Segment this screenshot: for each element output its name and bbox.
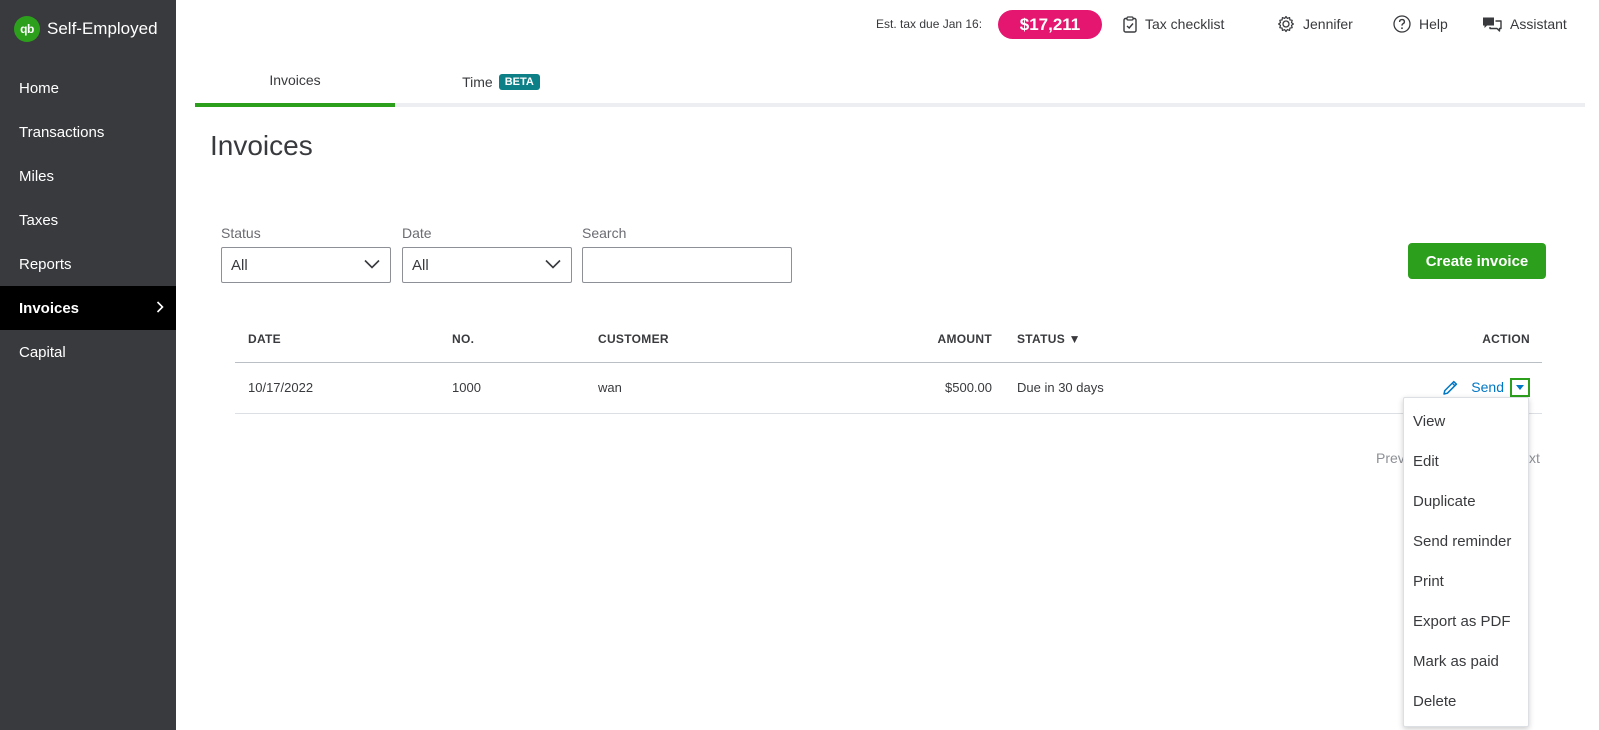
tab-bar: Invoices Time BETA <box>195 56 1585 107</box>
gear-icon <box>1278 15 1294 33</box>
pagination-next[interactable]: xt <box>1529 450 1540 466</box>
send-button[interactable]: Send <box>1471 379 1504 395</box>
tax-checklist-link[interactable]: Tax checklist <box>1123 14 1224 34</box>
action-dropdown-toggle[interactable] <box>1510 377 1530 397</box>
table-header: DATE NO. CUSTOMER AMOUNT STATUS ▼ ACTION <box>235 322 1542 363</box>
search-label: Search <box>582 225 627 241</box>
sidebar: qb Self-Employed Home Transactions Miles… <box>0 0 176 730</box>
chevron-down-icon <box>364 259 380 269</box>
page-title: Invoices <box>210 130 313 161</box>
sidebar-item-label: Capital <box>19 343 66 361</box>
status-filter-select[interactable]: All <box>221 247 391 283</box>
sidebar-item-label: Home <box>19 79 60 97</box>
sidebar-item-reports[interactable]: Reports <box>0 242 176 286</box>
tab-invoices[interactable]: Invoices <box>195 56 395 107</box>
sidebar-item-miles[interactable]: Miles <box>0 154 176 198</box>
beta-badge: BETA <box>498 73 540 90</box>
create-invoice-button[interactable]: Create invoice <box>1408 243 1546 279</box>
question-circle-icon <box>1393 15 1411 33</box>
cell-customer: wan <box>598 380 622 395</box>
menu-item-edit[interactable]: Edit <box>1404 441 1528 481</box>
column-header-customer[interactable]: CUSTOMER <box>598 332 669 346</box>
tab-time[interactable]: Time BETA <box>445 56 557 107</box>
est-tax-amount-badge[interactable]: $17,211 <box>998 10 1102 39</box>
menu-item-delete[interactable]: Delete <box>1404 681 1528 721</box>
date-filter-select[interactable]: All <box>402 247 572 283</box>
chevron-down-icon <box>545 259 561 269</box>
chat-bubbles-icon <box>1483 17 1502 32</box>
cell-no: 1000 <box>452 380 481 395</box>
date-filter-label: Date <box>402 225 432 241</box>
tab-label: Invoices <box>269 71 321 88</box>
sidebar-item-label: Reports <box>19 255 72 273</box>
sidebar-item-transactions[interactable]: Transactions <box>0 110 176 154</box>
brand[interactable]: qb Self-Employed <box>14 16 158 42</box>
logo-text: qb <box>20 22 34 36</box>
app-root: qb Self-Employed Home Transactions Miles… <box>0 0 1599 730</box>
pagination-previous[interactable]: Prev <box>1376 450 1405 466</box>
tax-checklist-label: Tax checklist <box>1145 16 1225 32</box>
user-name: Jennifer <box>1303 16 1353 32</box>
sidebar-item-taxes[interactable]: Taxes <box>0 198 176 242</box>
clipboard-check-icon <box>1123 15 1137 33</box>
assistant-link[interactable]: Assistant <box>1482 14 1567 34</box>
sidebar-item-capital[interactable]: Capital <box>0 330 176 374</box>
date-filter-value: All <box>412 256 429 274</box>
brand-name: Self-Employed <box>47 19 158 38</box>
cell-status: Due in 30 days <box>1017 380 1104 395</box>
invoices-table: DATE NO. CUSTOMER AMOUNT STATUS ▼ ACTION… <box>235 322 1542 414</box>
sidebar-item-label: Invoices <box>19 299 80 317</box>
cell-action: Send <box>1442 376 1530 398</box>
menu-item-mark-paid[interactable]: Mark as paid <box>1404 641 1528 681</box>
chevron-right-icon <box>156 300 164 316</box>
menu-item-print[interactable]: Print <box>1404 561 1528 601</box>
assistant-label: Assistant <box>1510 16 1567 32</box>
menu-item-duplicate[interactable]: Duplicate <box>1404 481 1528 521</box>
sidebar-item-invoices[interactable]: Invoices <box>0 286 176 330</box>
user-settings-link[interactable]: Jennifer <box>1277 14 1353 34</box>
sidebar-item-home[interactable]: Home <box>0 66 176 110</box>
help-label: Help <box>1419 16 1448 32</box>
menu-item-send-reminder[interactable]: Send reminder <box>1404 521 1528 561</box>
column-header-action: ACTION <box>1482 332 1530 346</box>
sidebar-item-label: Transactions <box>19 123 105 141</box>
column-header-status[interactable]: STATUS ▼ <box>1017 332 1081 346</box>
menu-item-view[interactable]: View <box>1404 401 1528 441</box>
quickbooks-logo-icon: qb <box>14 16 40 42</box>
status-filter-label: Status <box>221 225 261 241</box>
tab-label: Time <box>462 73 493 90</box>
help-link[interactable]: Help <box>1393 14 1448 34</box>
caret-down-icon <box>1516 384 1524 390</box>
action-menu: View Edit Duplicate Send reminder Print … <box>1403 397 1529 727</box>
sidebar-nav: Home Transactions Miles Taxes Reports In… <box>0 66 176 374</box>
sidebar-item-label: Miles <box>19 167 55 185</box>
cell-amount: $500.00 <box>945 380 992 395</box>
column-header-date[interactable]: DATE <box>248 332 281 346</box>
search-input[interactable] <box>582 247 792 283</box>
menu-item-export-pdf[interactable]: Export as PDF <box>1404 601 1528 641</box>
column-header-no[interactable]: NO. <box>452 332 474 346</box>
top-header: Est. tax due Jan 16: $17,211 Tax checkli… <box>176 0 1599 48</box>
est-tax-label: Est. tax due Jan 16: <box>876 17 983 31</box>
cell-date: 10/17/2022 <box>248 380 314 395</box>
sidebar-item-label: Taxes <box>19 211 59 229</box>
status-filter-value: All <box>231 256 248 274</box>
table-row[interactable]: 10/17/2022 1000 wan $500.00 Due in 30 da… <box>235 363 1542 414</box>
column-header-amount[interactable]: AMOUNT <box>938 332 992 346</box>
pencil-icon[interactable] <box>1442 379 1459 396</box>
